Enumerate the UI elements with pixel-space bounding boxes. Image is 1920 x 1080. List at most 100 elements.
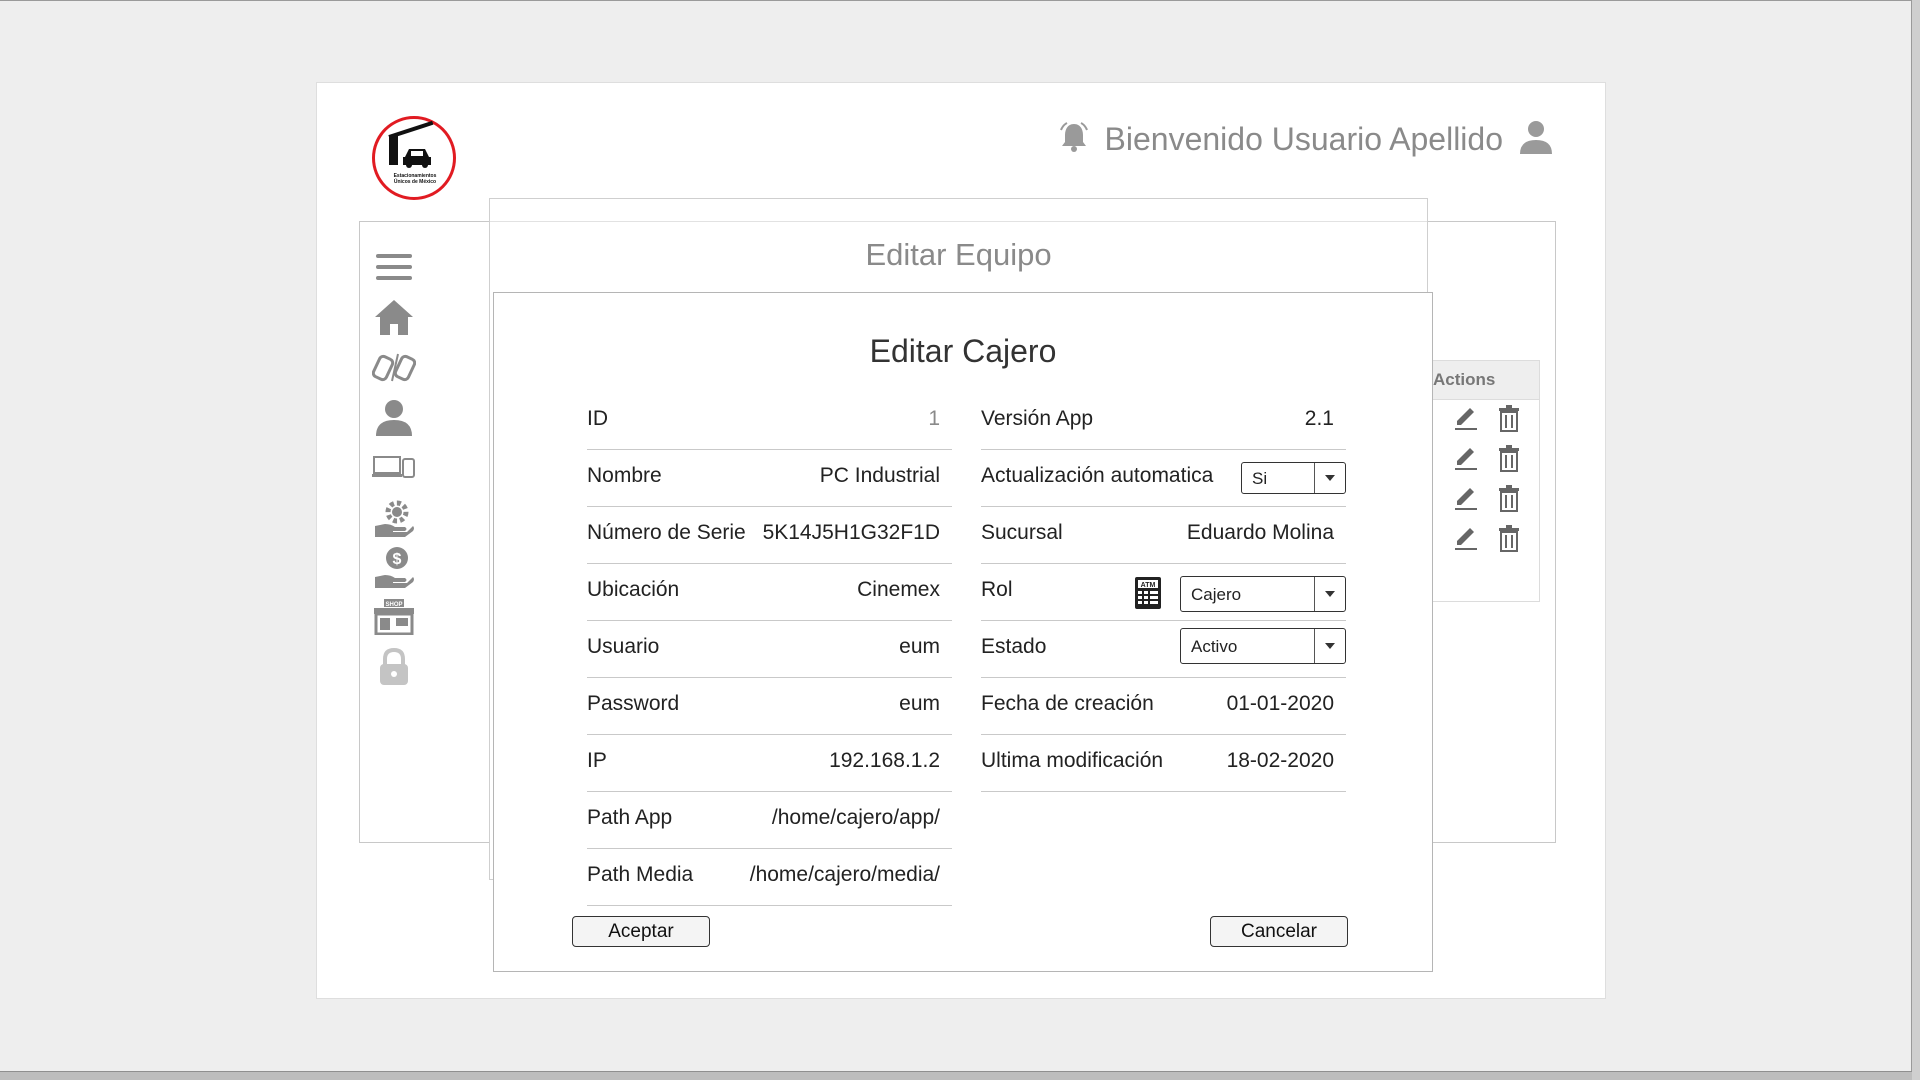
sidebar-item-users[interactable] (370, 392, 418, 442)
field-value: 2.1 (1304, 407, 1334, 430)
atm-icon: ATM (1134, 576, 1162, 615)
field-label: Rol (981, 578, 1013, 601)
chevron-down-icon[interactable] (1314, 463, 1345, 493)
modal-editar-cajero: Editar Cajero ID 1 Nombre PC Industrial … (493, 292, 1433, 972)
shop-icon: SHOP (374, 599, 414, 635)
field-row-numero-serie: Número de Serie 5K14J5H1G32F1D (587, 507, 952, 564)
select-value: Activo (1191, 637, 1238, 656)
field-row-version-app: Versión App 2.1 (981, 393, 1346, 450)
field-label: IP (587, 749, 607, 772)
table-row (1433, 520, 1539, 560)
delete-icon[interactable] (1497, 404, 1521, 437)
svg-text:SHOP: SHOP (385, 602, 402, 608)
money-hand-icon: $ (375, 547, 414, 588)
sidebar-item-shop[interactable]: SHOP (370, 592, 418, 642)
table-row (1433, 440, 1539, 480)
edit-icon[interactable] (1453, 405, 1479, 436)
sidebar-item-tickets[interactable] (370, 342, 418, 392)
role-select[interactable]: Cajero (1180, 576, 1346, 612)
field-value[interactable]: eum (899, 692, 940, 716)
field-row-path-media: Path Media /home/cajero/media/ (587, 849, 952, 906)
left-field-column: ID 1 Nombre PC Industrial Número de Seri… (587, 393, 952, 906)
field-value[interactable]: /home/cajero/media/ (750, 863, 940, 887)
svg-text:$: $ (393, 551, 402, 568)
bell-icon[interactable] (1057, 120, 1091, 159)
chevron-down-icon[interactable] (1314, 577, 1345, 611)
delete-icon[interactable] (1497, 484, 1521, 517)
logo-text: Estacionamientos Únicos de México (393, 173, 437, 185)
status-select[interactable]: Activo (1180, 628, 1346, 664)
field-value: 18-02-2020 (1226, 749, 1334, 772)
chevron-down-icon[interactable] (1314, 629, 1345, 663)
sidebar-item-devices[interactable] (370, 442, 418, 492)
sidebar-item-lock[interactable] (370, 642, 418, 692)
field-value[interactable]: PC Industrial (820, 464, 940, 488)
delete-icon[interactable] (1497, 444, 1521, 477)
autoupdate-select[interactable]: Si (1241, 462, 1346, 494)
sidebar: $ SHOP (370, 242, 418, 692)
edit-icon[interactable] (1453, 485, 1479, 516)
field-value[interactable]: /home/cajero/app/ (772, 806, 940, 830)
table-row (1433, 400, 1539, 440)
sidebar-item-menu[interactable] (370, 242, 418, 292)
edit-icon[interactable] (1453, 525, 1479, 556)
field-row-sucursal: Sucursal Eduardo Molina (981, 507, 1346, 564)
field-label: Path Media (587, 863, 694, 886)
right-field-column: Versión App 2.1 Actualización automatica… (981, 393, 1346, 792)
field-row-password: Password eum (587, 678, 952, 735)
devices-icon (372, 456, 415, 478)
field-row-ultima-modificacion: Ultima modificación 18-02-2020 (981, 735, 1346, 792)
menu-icon (376, 254, 412, 280)
field-row-nombre: Nombre PC Industrial (587, 450, 952, 507)
field-row-rol: Rol ATM Cajero (981, 564, 1346, 621)
edit-icon[interactable] (1453, 445, 1479, 476)
lock-icon (380, 647, 408, 685)
accept-button[interactable]: Aceptar (572, 916, 710, 947)
delete-icon[interactable] (1497, 524, 1521, 557)
field-label: Nombre (587, 464, 662, 487)
page-container: Estacionamientos Únicos de México Bienve… (316, 82, 1606, 999)
sidebar-item-payments[interactable]: $ (370, 542, 418, 592)
background-table: Actions (1432, 360, 1540, 602)
settings-hand-icon (375, 500, 414, 537)
field-label: Ultima modificación (981, 749, 1164, 772)
field-value[interactable]: 5K14J5H1G32F1D (763, 521, 940, 545)
field-label: Sucursal (981, 521, 1063, 544)
outer-modal-title: Editar Equipo (865, 237, 1052, 272)
field-value[interactable]: Cinemex (857, 578, 940, 602)
field-label: Ubicación (587, 578, 680, 601)
outer-modal-divider (490, 221, 1427, 222)
svg-text:ATM: ATM (1141, 582, 1156, 589)
field-label: Versión App (981, 407, 1094, 430)
field-value: 1 (928, 407, 940, 430)
field-row-ip: IP 192.168.1.2 (587, 735, 952, 792)
sidebar-item-settings[interactable] (370, 492, 418, 542)
field-value[interactable]: eum (899, 635, 940, 659)
welcome-text: Bienvenido Usuario Apellido (1104, 121, 1503, 157)
field-row-ubicacion: Ubicación Cinemex (587, 564, 952, 621)
header-user-area: Bienvenido Usuario Apellido (1057, 118, 1555, 161)
field-label: Path App (587, 806, 673, 829)
window-top-border (0, 0, 1920, 1)
user-avatar-icon[interactable] (1517, 118, 1555, 161)
field-label: ID (587, 407, 608, 430)
modal-title: Editar Cajero (869, 333, 1057, 369)
field-label: Password (587, 692, 680, 715)
vertical-scrollbar[interactable] (1911, 0, 1920, 1080)
logo-graphic (388, 120, 434, 168)
horizontal-scrollbar[interactable] (0, 1071, 1912, 1080)
cancel-button[interactable]: Cancelar (1210, 916, 1348, 947)
sidebar-item-home[interactable] (370, 292, 418, 342)
field-value[interactable]: 192.168.1.2 (829, 749, 940, 773)
field-value: 01-01-2020 (1226, 692, 1334, 715)
field-row-path-app: Path App /home/cajero/app/ (587, 792, 952, 849)
table-row (1433, 480, 1539, 520)
field-label: Número de Serie (587, 521, 746, 544)
field-value[interactable]: Eduardo Molina (1187, 521, 1334, 545)
field-label: Actualización automatica (981, 464, 1214, 487)
field-row-actualizacion: Actualización automatica Si (981, 450, 1346, 507)
tickets-icon (372, 353, 416, 382)
user-icon (376, 400, 412, 436)
field-row-usuario: Usuario eum (587, 621, 952, 678)
table-header-actions: Actions (1433, 361, 1539, 400)
